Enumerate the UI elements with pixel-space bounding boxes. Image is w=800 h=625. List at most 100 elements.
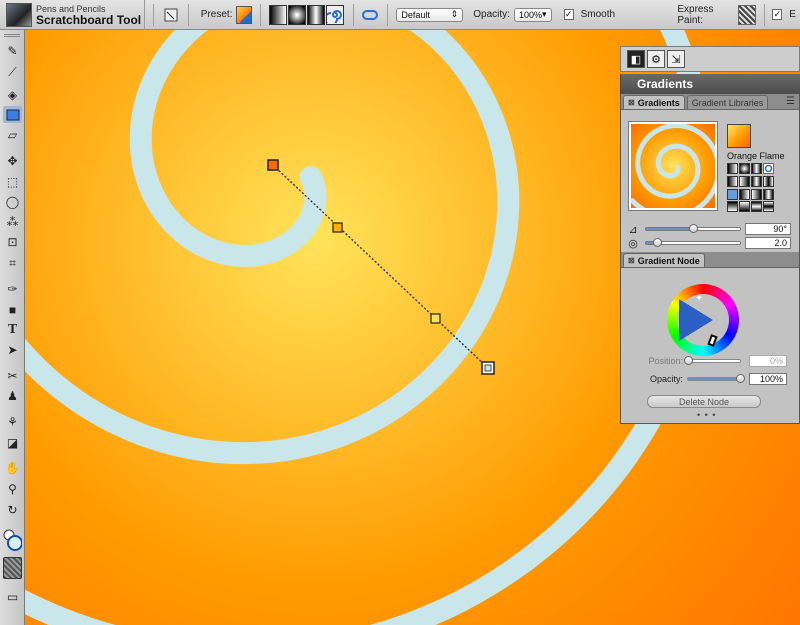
brush-tool-icon[interactable]: ✎ [3,42,22,59]
order-cell[interactable] [739,201,750,212]
gradient-preview[interactable] [629,122,717,210]
circular-gradient-button[interactable] [306,4,325,25]
radial-gradient-button[interactable] [288,4,306,25]
order-button-3[interactable] [751,176,762,187]
rubber-stamp-icon[interactable]: ♟ [3,387,22,404]
smooth-checkbox[interactable]: ✓ [563,9,574,20]
eraser-icon[interactable]: ▱ [3,126,22,143]
order-cell[interactable] [751,201,762,212]
spiral-type-button[interactable] [763,163,774,174]
angle-slider-knob[interactable] [689,224,698,233]
opacity-dropdown[interactable]: 100% ▾ [513,7,552,22]
close-icon[interactable]: ⊠ [628,98,635,107]
blend-mode-value: Default [401,9,430,20]
position-slider[interactable] [684,356,741,365]
transform-icon[interactable]: ✥ [3,152,22,169]
dropper-icon[interactable]: ⟋ [3,64,22,81]
shape-select-icon[interactable]: ➤ [3,341,22,358]
gradient-end-node-inner [484,364,492,372]
tab-gradients[interactable]: ⊠ Gradients [623,95,685,109]
chevron-down-icon: ▾ [541,9,547,19]
shape-icon[interactable]: ■ [3,301,22,318]
gradients-panel-header[interactable]: Gradients [620,74,800,94]
position-label: Position: [648,356,683,366]
rect-select-icon[interactable]: ⬚ [3,173,22,190]
divine-proportion-icon[interactable]: ◪ [3,434,22,451]
lasso-icon[interactable]: ◯ [3,193,22,210]
tab-gradient-node[interactable]: ⊠ Gradient Node [623,253,705,267]
preset-label: Preset: [200,9,233,20]
tab-gradients-label: Gradients [637,97,680,108]
delete-node-button[interactable]: Delete Node [647,395,761,408]
crop-icon[interactable]: ⊡ [3,233,22,250]
mirror-icon[interactable]: ⚘ [3,413,22,430]
order-button-4[interactable] [763,176,774,187]
gear-icon[interactable]: ⚙ [647,50,665,68]
node-opacity-knob[interactable] [736,374,745,383]
panel-resize-dots[interactable]: • • • [697,410,716,420]
angle-slider[interactable] [645,224,741,233]
radial-type-button[interactable] [739,163,750,174]
node-opacity-slider[interactable] [687,374,745,383]
gradient-mid-node-1[interactable] [332,222,343,233]
gradient-swatch-icon[interactable]: ◧ [627,50,645,68]
angle-value[interactable]: 90° [745,223,791,235]
express-paint-icon[interactable] [737,4,756,25]
panel-icon-strip: ◧ ⚙ ⇲ [620,46,800,72]
grabber-icon[interactable]: ✋ [3,459,22,476]
toolbox-grip[interactable] [4,34,20,37]
gradient-swatch[interactable] [727,124,751,148]
cloner-icon[interactable]: ✂ [3,367,22,384]
circular-type-button[interactable] [751,163,762,174]
color-picker-crosshair-icon[interactable]: ✦ [695,293,703,304]
linear-gradient-button[interactable] [269,4,288,25]
order-cell[interactable] [763,189,774,200]
reset-tool-icon[interactable] [162,5,180,25]
position-value[interactable]: 0% [749,355,787,367]
rectangle-fill-icon[interactable] [3,106,22,123]
order-cell[interactable] [763,201,774,212]
screen-mode-icon[interactable]: ▭ [3,588,22,605]
node-opacity-value[interactable]: 100% [749,373,787,385]
order-cell[interactable] [739,189,750,200]
color-triangle[interactable] [679,299,713,341]
panel-menu-icon[interactable]: ☰ [786,96,795,107]
rotate-page-icon[interactable]: ↻ [3,501,22,518]
gradients-tab-row: ⊠ Gradients Gradient Libraries ☰ [621,94,799,110]
extra-checkbox[interactable]: ✓ [772,9,783,20]
linear-type-button[interactable] [727,163,738,174]
paper-texture-icon[interactable] [3,557,22,579]
spiral-icon [764,164,773,173]
tab-gradient-libraries[interactable]: Gradient Libraries [686,95,769,109]
color-swatch-icon[interactable] [3,528,22,552]
opacity-row: Opacity: 100% [627,373,795,385]
repeat-icon: ◎ [628,237,638,250]
tab-gradient-node-label: Gradient Node [637,255,700,266]
order-button-1[interactable] [727,176,738,187]
magnifier-icon[interactable]: ⚲ [3,480,22,497]
spiral-gradient-button[interactable] [325,4,344,25]
order-button-2[interactable] [739,176,750,187]
blend-mode-dropdown[interactable]: Default ⇕ [396,7,464,22]
gradient-start-node[interactable] [267,159,279,171]
preset-swatch[interactable] [236,5,253,24]
order-cell[interactable] [727,189,738,200]
text-icon[interactable]: T [3,321,22,338]
brush-selector[interactable]: Pens and Pencils Scratchboard Tool [0,0,146,30]
reverse-gradient-icon[interactable] [361,5,379,25]
close-icon[interactable]: ⊠ [628,256,635,265]
order-cell[interactable] [727,201,738,212]
paint-bucket-icon[interactable]: ◈ [3,86,22,103]
repeat-slider-row: ◎ 2.0 [625,237,797,250]
repeat-slider[interactable] [645,238,741,247]
link-icon[interactable]: ⇲ [667,50,685,68]
crop-tool-icon[interactable]: ⌗ [3,255,22,272]
position-slider-knob[interactable] [684,356,693,365]
repeat-value[interactable]: 2.0 [745,237,791,249]
magic-wand-icon[interactable]: ⁂ [3,213,22,230]
gradient-order-grid [727,189,774,212]
pen-icon[interactable]: ✑ [3,280,22,297]
order-cell[interactable] [751,189,762,200]
repeat-slider-knob[interactable] [653,238,663,247]
gradient-mid-node-2[interactable] [430,313,441,324]
